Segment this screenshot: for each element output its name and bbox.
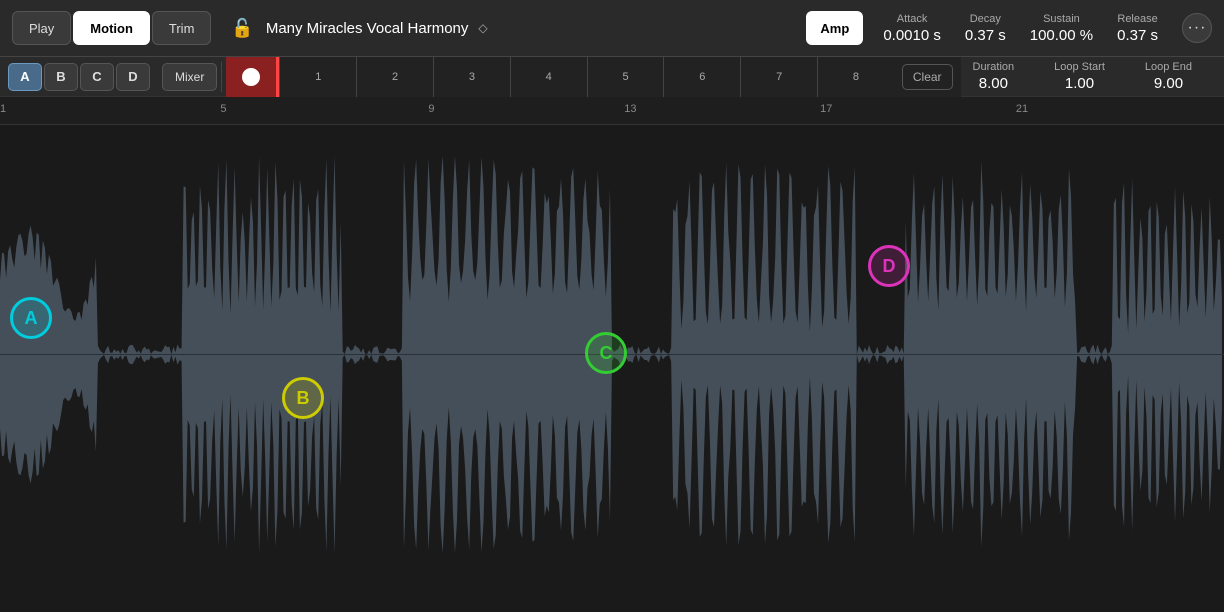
beat-number: 21 xyxy=(1016,103,1028,115)
timeline-area[interactable]: 12345678 Clear xyxy=(226,57,960,97)
duration-label: Duration xyxy=(973,61,1015,73)
pad-a-button[interactable]: A xyxy=(8,63,42,91)
ruler-tick: 1 xyxy=(279,57,356,97)
transport-buttons: Play Motion Trim xyxy=(12,11,211,45)
attack-param: Attack 0.0010 s xyxy=(883,13,941,44)
toolbar: Play Motion Trim 🔓 Many Miracles Vocal H… xyxy=(0,0,1224,57)
release-param: Release 0.37 s xyxy=(1117,13,1158,44)
waveform-container[interactable]: 1 5 9 13 17 21 A B C D xyxy=(0,97,1224,584)
loop-start-label: Loop Start xyxy=(1054,61,1105,73)
ruler-tick: 6 xyxy=(663,57,740,97)
diamond-icon: ◇ xyxy=(478,21,487,35)
cue-marker-b[interactable]: B xyxy=(282,377,324,419)
divider xyxy=(221,62,222,92)
loop-params: Duration 8.00 Loop Start 1.00 Loop End 9… xyxy=(961,61,1224,92)
beat-number: 9 xyxy=(428,103,434,115)
trim-button[interactable]: Trim xyxy=(152,11,212,45)
more-icon: ··· xyxy=(1188,19,1207,37)
loop-end-value: 9.00 xyxy=(1154,75,1183,92)
duration-value: 8.00 xyxy=(979,75,1008,92)
amp-button[interactable]: Amp xyxy=(806,11,863,45)
second-row: A B C D Mixer 12345678 Clear Duration 8.… xyxy=(0,57,1224,97)
record-dot xyxy=(242,68,260,86)
play-button[interactable]: Play xyxy=(12,11,71,45)
loop-end-label: Loop End xyxy=(1145,61,1192,73)
pad-buttons: A B C D xyxy=(0,63,158,91)
mixer-button[interactable]: Mixer xyxy=(162,63,217,91)
cue-marker-c[interactable]: C xyxy=(585,332,627,374)
beat-number: 1 xyxy=(0,103,6,115)
sustain-value: 100.00 % xyxy=(1030,27,1093,44)
ruler-tick: 3 xyxy=(433,57,510,97)
release-value: 0.37 s xyxy=(1117,27,1158,44)
decay-value: 0.37 s xyxy=(965,27,1006,44)
ruler-tick: 5 xyxy=(587,57,664,97)
cue-marker-d[interactable]: D xyxy=(868,245,910,287)
cue-marker-a[interactable]: A xyxy=(10,297,52,339)
ruler[interactable]: 12345678 xyxy=(279,57,894,97)
motion-button[interactable]: Motion xyxy=(73,11,150,45)
loop-start-param: Loop Start 1.00 xyxy=(1054,61,1105,92)
decay-label: Decay xyxy=(970,13,1001,25)
pad-b-button[interactable]: B xyxy=(44,63,78,91)
record-button[interactable] xyxy=(226,57,276,97)
pad-d-button[interactable]: D xyxy=(116,63,150,91)
track-name: Many Miracles Vocal Harmony xyxy=(266,20,469,37)
ruler-tick: 7 xyxy=(740,57,817,97)
beat-number: 5 xyxy=(220,103,226,115)
ruler-tick: 4 xyxy=(510,57,587,97)
beat-numbers: 1 5 9 13 17 21 xyxy=(0,97,1224,125)
more-button[interactable]: ··· xyxy=(1182,13,1212,43)
loop-end-param: Loop End 9.00 xyxy=(1145,61,1192,92)
ruler-tick: 8 xyxy=(817,57,894,97)
attack-label: Attack xyxy=(897,13,928,25)
loop-start-value: 1.00 xyxy=(1065,75,1094,92)
sustain-param: Sustain 100.00 % xyxy=(1030,13,1093,44)
lock-icon: 🔓 xyxy=(231,18,253,39)
decay-param: Decay 0.37 s xyxy=(965,13,1006,44)
attack-value: 0.0010 s xyxy=(883,27,941,44)
duration-param: Duration 8.00 xyxy=(973,61,1015,92)
clear-button[interactable]: Clear xyxy=(902,64,953,90)
pad-c-button[interactable]: C xyxy=(80,63,114,91)
beat-number: 13 xyxy=(624,103,636,115)
release-label: Release xyxy=(1117,13,1157,25)
ruler-tick: 2 xyxy=(356,57,433,97)
sustain-label: Sustain xyxy=(1043,13,1080,25)
beat-number: 17 xyxy=(820,103,832,115)
